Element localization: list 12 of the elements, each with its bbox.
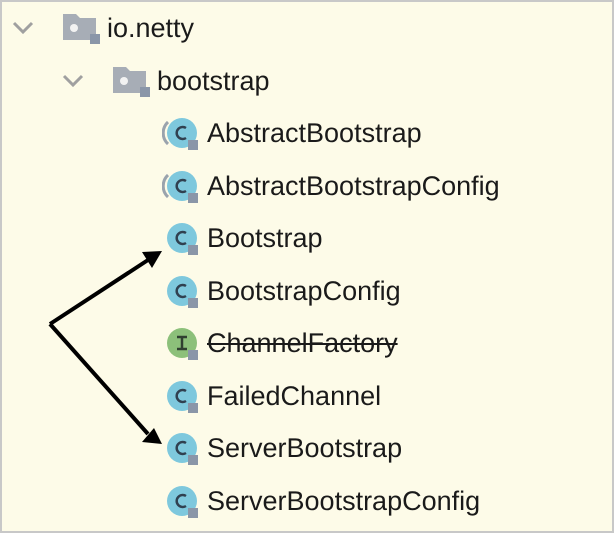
chevron-down-icon[interactable] (12, 21, 34, 36)
class-name[interactable]: ChannelFactory (207, 323, 398, 364)
class-name[interactable]: BootstrapConfig (207, 270, 401, 311)
package-name[interactable]: bootstrap (157, 60, 270, 101)
class-name[interactable]: AbstractBootstrapConfig (207, 166, 500, 206)
chevron-down-icon[interactable] (62, 74, 84, 88)
class-name[interactable]: AbstractBootstrap (207, 113, 422, 154)
class-name[interactable]: Bootstrap (207, 218, 323, 258)
class-name[interactable]: ServerBootstrap (207, 428, 402, 468)
class-name[interactable]: FailedChannel (207, 376, 382, 416)
class-name[interactable]: ServerBootstrapConfig (207, 480, 480, 521)
package-name[interactable]: io.netty (107, 8, 194, 48)
